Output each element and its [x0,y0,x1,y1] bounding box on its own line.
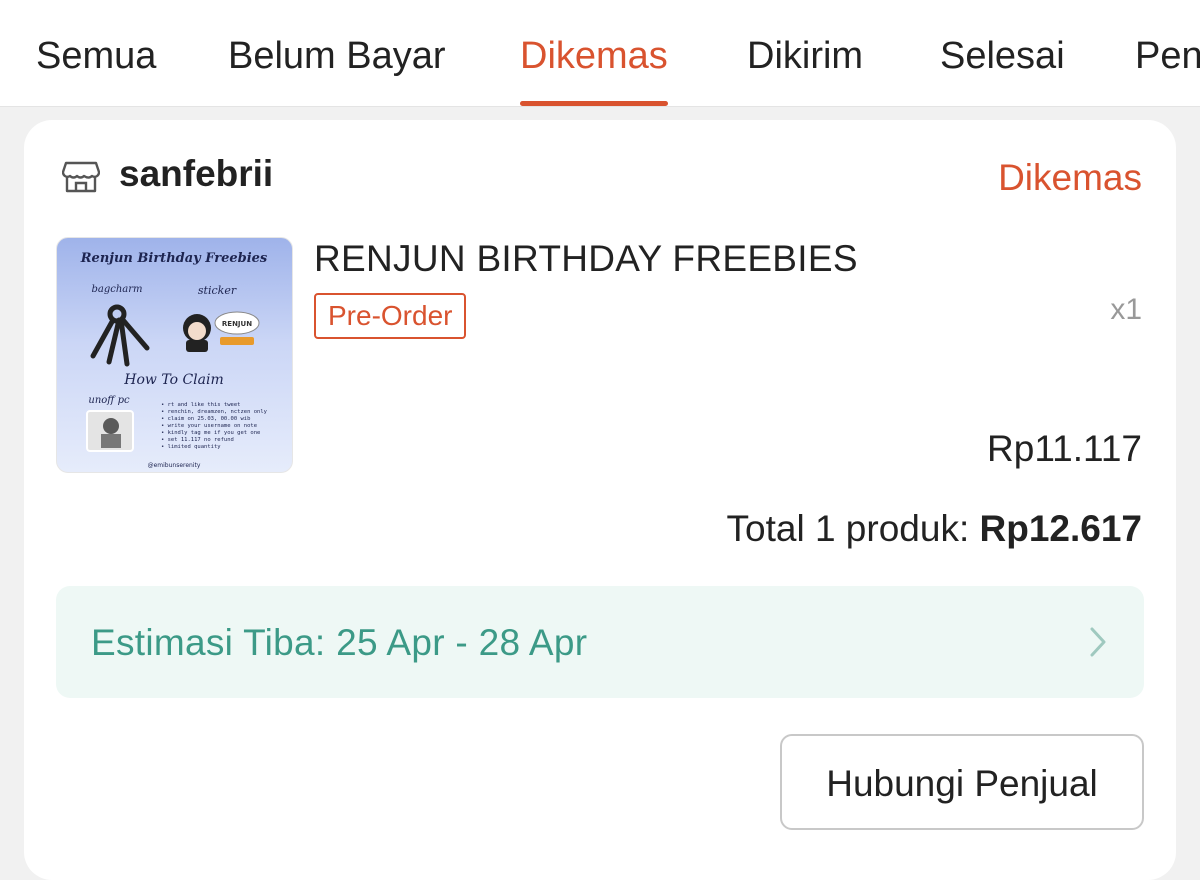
sticker-illustration [183,314,211,352]
tab-label: Selesai [940,35,1065,77]
tab-label: Dikirim [747,35,864,77]
sticker-tag [220,337,254,345]
claim-line: • kindly tag me if you get one [161,430,260,436]
claim-line: • set 11.117 no refund [161,437,234,443]
tab-label: Dikemas [520,35,668,77]
chevron-right-icon [1090,627,1106,657]
order-status: Dikemas [998,157,1142,198]
tab-selesai[interactable]: Selesai [940,0,1065,106]
image-label-unoff-pc: unoff pc [88,395,130,406]
total-label: Total 1 produk: [726,508,980,549]
product-name[interactable]: RENJUN BIRTHDAY FREEBIES [314,238,858,280]
tab-partial[interactable]: Pen [1135,0,1200,106]
delivery-estimate-text: Estimasi Tiba: 25 Apr - 28 Apr [91,622,588,663]
order-status-tabs: Semua Belum Bayar Dikemas Dikirim Selesa… [0,0,1200,107]
product-image-art: Renjun Birthday Freebies bagcharm sticke… [80,251,268,469]
pre-order-badge: Pre-Order [314,293,467,339]
tab-label: Pen [1135,35,1200,77]
shop-header[interactable]: sanfebrii Dikemas [24,120,1176,230]
product-quantity: x1 [1110,293,1142,326]
tab-label: Belum Bayar [228,35,446,77]
image-label-renjun: RENJUN [222,320,252,328]
image-title: Renjun Birthday Freebies [80,251,268,266]
claim-line: • write your username on note [161,423,257,429]
claim-line: • renchin, dreamzen, nctzen only [161,409,268,415]
shop-name[interactable]: sanfebrii [119,153,273,195]
order-card[interactable]: sanfebrii Dikemas Renjun Birthday Freebi… [24,120,1176,880]
product-image[interactable]: Renjun Birthday Freebies bagcharm sticke… [56,237,293,473]
image-label-sticker: sticker [198,284,237,297]
tab-label: Semua [36,35,157,77]
tab-dikirim[interactable]: Dikirim [747,0,863,106]
shop-icon [62,161,100,193]
claim-line: • limited quantity [161,444,221,450]
bagcharm-illustration [90,304,150,367]
contact-seller-button[interactable]: Hubungi Penjual [780,734,1144,830]
image-label-how-to-claim: How To Claim [123,372,224,388]
order-total: Total 1 produk: Rp12.617 [727,508,1142,550]
tab-dikemas[interactable]: Dikemas [520,0,668,106]
tab-semua[interactable]: Semua [36,0,156,106]
image-label-bagcharm: bagcharm [91,284,142,295]
claim-line: • claim on 25.03, 00.00 wib [161,416,250,422]
delivery-estimate[interactable]: Estimasi Tiba: 25 Apr - 28 Apr [56,586,1144,698]
claim-line: • rt and like this tweet [161,402,240,408]
active-tab-indicator [520,101,668,106]
tab-belum-bayar[interactable]: Belum Bayar [228,0,446,106]
product-price: Rp11.117 [987,428,1142,469]
image-credit: @emibunserenity [148,462,201,469]
total-value: Rp12.617 [979,508,1143,549]
